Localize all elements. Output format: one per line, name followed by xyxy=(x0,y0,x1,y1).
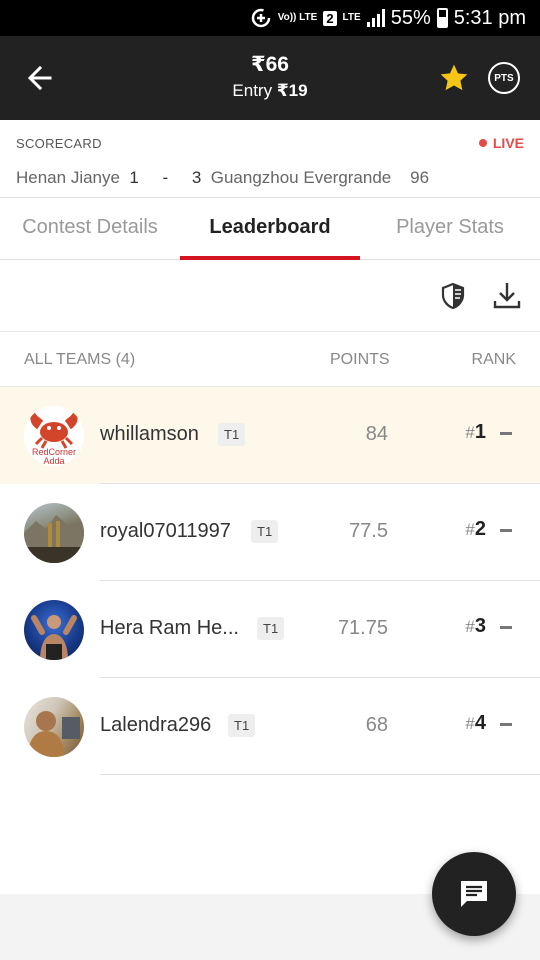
rank-number: 1 xyxy=(474,421,486,443)
row-rank: #2 xyxy=(465,518,486,541)
rank-hash: # xyxy=(465,520,475,539)
signal-icon xyxy=(366,9,385,27)
all-teams-label: ALL TEAMS (4) xyxy=(24,351,136,368)
leaderboard-row[interactable]: Lalendra296 T1 68 #4 xyxy=(0,678,540,775)
entry-label: Entry xyxy=(232,81,273,100)
points-column-header: POINTS xyxy=(330,351,390,368)
rank-number: 3 xyxy=(474,615,486,637)
row-divider xyxy=(100,774,540,775)
row-rank: #1 xyxy=(465,421,486,444)
team1-name: Henan Jianye xyxy=(16,168,120,187)
live-label: LIVE xyxy=(492,135,524,151)
match-score: Henan Jianye 1 - 3 Guangzhou Evergrande … xyxy=(16,168,429,188)
rank-number: 2 xyxy=(474,518,486,540)
clock: 5:31 pm xyxy=(453,6,526,29)
wrestler-icon xyxy=(31,615,77,660)
leaderboard-row[interactable]: royal07011997 T1 77.5 #2 xyxy=(0,484,540,581)
person-icon xyxy=(28,711,80,757)
live-indicator: LIVE xyxy=(478,135,524,151)
tab-leaderboard[interactable]: Leaderboard xyxy=(180,198,360,260)
tab-bar: Contest Details Leaderboard Player Stats xyxy=(0,198,540,260)
download-icon[interactable] xyxy=(492,280,522,310)
tab-player-stats[interactable]: Player Stats xyxy=(360,198,540,259)
battery-percent: 55% xyxy=(390,6,431,29)
star-icon[interactable] xyxy=(438,62,470,94)
rank-hash: # xyxy=(465,423,475,442)
landscape-photo-avatar xyxy=(24,503,84,563)
team-badge: T1 xyxy=(218,423,246,446)
volte-indicator: Vo)) LTE xyxy=(277,12,318,23)
battery-icon xyxy=(436,8,448,28)
data-saver-icon xyxy=(251,8,270,28)
chat-icon xyxy=(461,881,487,907)
chat-button[interactable] xyxy=(432,852,516,936)
score-separator: - xyxy=(162,168,169,187)
row-points: 77.5 xyxy=(349,520,388,542)
row-points: 68 xyxy=(365,714,388,736)
entry-value: ₹19 xyxy=(276,81,308,100)
match-minute: 96 xyxy=(410,168,430,187)
compare-shield-icon[interactable] xyxy=(440,282,466,310)
team-badge: T1 xyxy=(251,520,279,543)
rank-change-dash-icon xyxy=(500,432,512,435)
app-header: ₹66 Entry ₹19 PTS xyxy=(0,36,540,120)
leaderboard-row[interactable]: RedCorner Adda whillamson T1 84 #1 xyxy=(0,387,540,484)
team-owner-name: whillamson xyxy=(100,423,199,445)
leaderboard-list: RedCorner Adda whillamson T1 84 #1 royal… xyxy=(0,387,540,775)
tab-contest-details[interactable]: Contest Details xyxy=(0,198,180,259)
team-owner-name: royal07011997 xyxy=(100,520,231,542)
leaderboard-header: ALL TEAMS (4) POINTS RANK xyxy=(0,332,540,387)
team-badge: T1 xyxy=(257,617,285,640)
team1-score: 1 xyxy=(129,168,139,187)
rank-change-dash-icon xyxy=(500,626,512,629)
leaderboard-toolbar xyxy=(0,260,540,332)
team2-name: Guangzhou Evergrande xyxy=(210,168,392,187)
rank-column-header: RANK xyxy=(471,351,516,368)
scorecard: SCORECARD LIVE Henan Jianye 1 - 3 Guangz… xyxy=(0,120,540,198)
rank-change-dash-icon xyxy=(500,529,512,532)
rank-change-dash-icon xyxy=(500,723,512,726)
row-rank: #4 xyxy=(465,712,486,735)
team-owner-name: Hera Ram He... xyxy=(100,617,239,639)
sim-indicator: 2 xyxy=(323,10,337,26)
landscape-icon xyxy=(24,515,84,563)
team2-score: 3 xyxy=(191,168,202,187)
points-system-button[interactable]: PTS xyxy=(488,62,520,94)
team-owner-name: Lalendra296 xyxy=(100,714,212,736)
rank-hash: # xyxy=(465,714,475,733)
person-photo-avatar xyxy=(24,697,84,757)
wrestler-photo-avatar xyxy=(24,600,84,660)
avatar-caption: RedCorner Adda xyxy=(31,447,77,466)
status-bar: Vo)) LTE 2 LTE 55% 5:31 pm xyxy=(0,0,540,36)
row-points: 84 xyxy=(365,423,388,445)
live-dot-icon xyxy=(478,139,487,147)
team-badge: T1 xyxy=(228,714,256,737)
network-type: LTE xyxy=(342,12,361,23)
row-rank: #3 xyxy=(465,615,486,638)
rank-hash: # xyxy=(465,617,475,636)
rank-number: 4 xyxy=(474,712,486,734)
row-points: 71.75 xyxy=(337,617,388,639)
scorecard-label: SCORECARD xyxy=(16,136,102,151)
leaderboard-row[interactable]: Hera Ram He... T1 71.75 #3 xyxy=(0,581,540,678)
